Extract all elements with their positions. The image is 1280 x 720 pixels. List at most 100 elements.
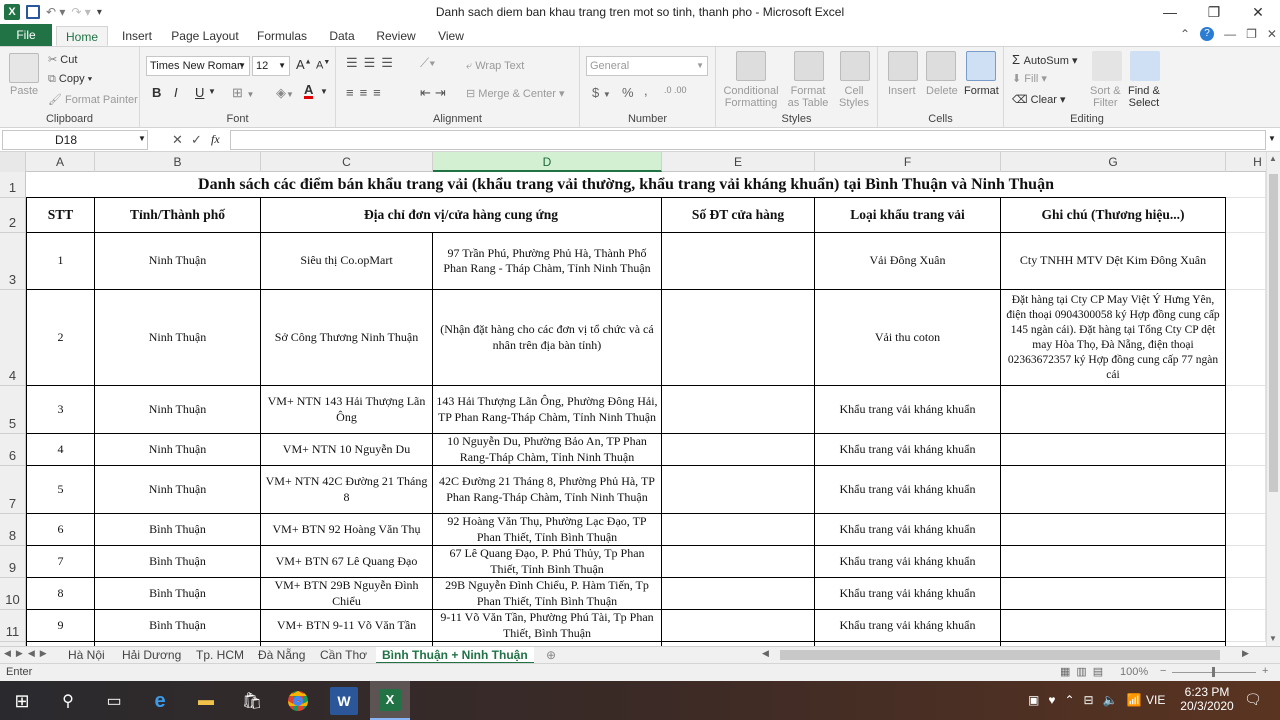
format-cells-icon[interactable]: [966, 51, 996, 81]
cell-mask-type[interactable]: Khẩu trang vải kháng khuẩn: [815, 578, 1001, 610]
cell-notes[interactable]: [1001, 434, 1226, 466]
empty-cell[interactable]: [1226, 386, 1266, 434]
empty-cell[interactable]: [1226, 172, 1266, 198]
tab-file[interactable]: File: [0, 24, 52, 46]
insert-cells-icon[interactable]: [888, 51, 918, 81]
find-select-icon[interactable]: [1130, 51, 1160, 81]
col-header-c[interactable]: C: [261, 152, 433, 172]
cell-mask-type[interactable]: Khẩu trang vải kháng khuẩn: [815, 386, 1001, 434]
row-header[interactable]: 6: [0, 434, 26, 466]
cancel-entry-icon[interactable]: ✕: [172, 132, 183, 148]
cell-stt[interactable]: 8: [26, 578, 95, 610]
cell-address[interactable]: 143 Hải Thượng Lãn Ông, Phường Đông Hải,…: [433, 386, 662, 434]
cell-store[interactable]: Siêu thị Co.opMart: [261, 233, 433, 290]
row-header[interactable]: 8: [0, 514, 26, 546]
conditional-formatting-icon[interactable]: [736, 51, 766, 81]
vertical-scrollbar[interactable]: ▲ ▼: [1266, 152, 1280, 646]
format-as-table-icon[interactable]: [794, 51, 824, 81]
insert-cells-button[interactable]: Insert: [888, 85, 916, 97]
cell-mask-type[interactable]: Vải Đông Xuân: [815, 233, 1001, 290]
cell-phone[interactable]: [662, 290, 815, 386]
cell-phone[interactable]: [662, 514, 815, 546]
copy-button[interactable]: ⧉ Copy ▾: [48, 73, 92, 86]
cell-store[interactable]: VM+ NTN 42C Đường 21 Tháng 8: [261, 466, 433, 514]
shrink-font-icon[interactable]: A▼: [316, 59, 330, 72]
cell-stt[interactable]: 1: [26, 233, 95, 290]
cell-province[interactable]: Bình Thuận: [95, 546, 261, 578]
cell-province[interactable]: Ninh Thuận: [95, 290, 261, 386]
col-header-d[interactable]: D: [433, 152, 662, 172]
cell-notes[interactable]: [1001, 514, 1226, 546]
row-header[interactable]: 4: [0, 290, 26, 386]
header-cell-notes[interactable]: Ghi chú (Thương hiệu...): [1001, 198, 1226, 233]
cell-store[interactable]: VM+ BTN 92 Hoàng Văn Thụ: [261, 514, 433, 546]
col-header-e[interactable]: E: [662, 152, 815, 172]
cell-store[interactable]: VM+ BTN 9-11 Võ Văn Tần: [261, 610, 433, 642]
empty-cell[interactable]: [1226, 578, 1266, 610]
view-mode-icons[interactable]: ▦▥▤: [1060, 665, 1109, 678]
system-tray-icons[interactable]: ▣♥⌃⊟🔈📶: [1028, 693, 1150, 707]
cell-address[interactable]: 29B Nguyễn Đình Chiểu, P. Hàm Tiến, Tp P…: [433, 578, 662, 610]
store-icon[interactable]: 🛍: [238, 687, 266, 715]
merge-center-button[interactable]: ⊟ Merge & Center ▾: [466, 87, 565, 100]
cell-address[interactable]: 67 Lê Quang Đạo, P. Phú Thủy, Tp Phan Th…: [433, 546, 662, 578]
search-icon[interactable]: ⚲: [54, 687, 82, 715]
cell-province[interactable]: Ninh Thuận: [95, 434, 261, 466]
vertical-scroll-thumb[interactable]: [1269, 174, 1278, 492]
decimal-icons[interactable]: .0 .00: [664, 85, 687, 95]
borders-icon[interactable]: ⊞ ▼: [232, 85, 254, 101]
cell-phone[interactable]: [662, 386, 815, 434]
fill-button[interactable]: ⬇ Fill ▾: [1012, 72, 1047, 85]
row-header[interactable]: 9: [0, 546, 26, 578]
cell-address[interactable]: 9-11 Võ Văn Tần, Phường Phú Tài, Tp Phan…: [433, 610, 662, 642]
cell-notes[interactable]: [1001, 578, 1226, 610]
confirm-entry-icon[interactable]: ✓: [191, 132, 202, 148]
name-box-dropdown-icon[interactable]: ▼: [138, 134, 146, 143]
new-sheet-icon[interactable]: ⊕: [546, 648, 556, 662]
windows-start-icon[interactable]: ⊞: [8, 687, 36, 715]
row-header[interactable]: 2: [0, 198, 26, 233]
row-header[interactable]: 3: [0, 233, 26, 290]
cell-province[interactable]: Ninh Thuận: [95, 466, 261, 514]
cell-stt[interactable]: 7: [26, 546, 95, 578]
autosum-button[interactable]: Σ AutoSum ▾: [1012, 52, 1077, 67]
wrap-text-button[interactable]: ⤶ Wrap Text: [466, 60, 524, 73]
cell-province[interactable]: Ninh Thuận: [95, 386, 261, 434]
cell-store[interactable]: VM+ BTN 67 Lê Quang Đạo: [261, 546, 433, 578]
comma-button[interactable]: ,: [644, 83, 648, 98]
header-cell-phone[interactable]: Số ĐT cửa hàng: [662, 198, 815, 233]
cell-phone[interactable]: [662, 546, 815, 578]
minimize-ribbon-icon[interactable]: ⌃: [1180, 27, 1190, 41]
wb-restore-icon[interactable]: ❐: [1246, 27, 1257, 41]
cell-notes[interactable]: [1001, 386, 1226, 434]
cell-mask-type[interactable]: Vải thu coton: [815, 290, 1001, 386]
sheet-tab-tp-hcm[interactable]: Tp. HCM: [190, 647, 250, 664]
row-header[interactable]: 5: [0, 386, 26, 434]
cell-notes[interactable]: [1001, 466, 1226, 514]
delete-cells-button[interactable]: Delete: [926, 85, 958, 97]
horizontal-align-icons[interactable]: ≡≡≡: [346, 85, 387, 100]
format-cells-button[interactable]: Format: [964, 85, 999, 97]
row-header[interactable]: 1: [0, 172, 26, 198]
empty-cell[interactable]: [1226, 198, 1266, 233]
chrome-icon[interactable]: [284, 687, 312, 715]
font-color-dropdown-icon[interactable]: ▼: [320, 87, 328, 96]
italic-button[interactable]: I: [174, 85, 178, 100]
col-header-g[interactable]: G: [1001, 152, 1226, 172]
scroll-right-icon[interactable]: ▶: [1242, 648, 1249, 659]
cell-phone[interactable]: [662, 578, 815, 610]
help-icon[interactable]: ?: [1200, 27, 1215, 41]
header-cell-province[interactable]: Tỉnh/Thành phố: [95, 198, 261, 233]
currency-button[interactable]: $ ▼: [592, 85, 611, 100]
expand-formula-icon[interactable]: ▼: [1268, 134, 1276, 143]
cell-notes[interactable]: [1001, 546, 1226, 578]
horizontal-scroll-thumb[interactable]: [780, 650, 1220, 660]
sheet-tab-ha-noi[interactable]: Hà Nội: [62, 647, 111, 664]
cell-notes[interactable]: [1001, 610, 1226, 642]
cell-phone[interactable]: [662, 610, 815, 642]
cell-address[interactable]: (Nhận đặt hàng cho các đơn vị tổ chức và…: [433, 290, 662, 386]
cut-button[interactable]: ✂ Cut: [48, 53, 77, 66]
scroll-left-icon[interactable]: ◀: [762, 648, 769, 659]
cell-store[interactable]: VM+ BTN 29B Nguyễn Đình Chiểu: [261, 578, 433, 610]
cell-phone[interactable]: [662, 434, 815, 466]
